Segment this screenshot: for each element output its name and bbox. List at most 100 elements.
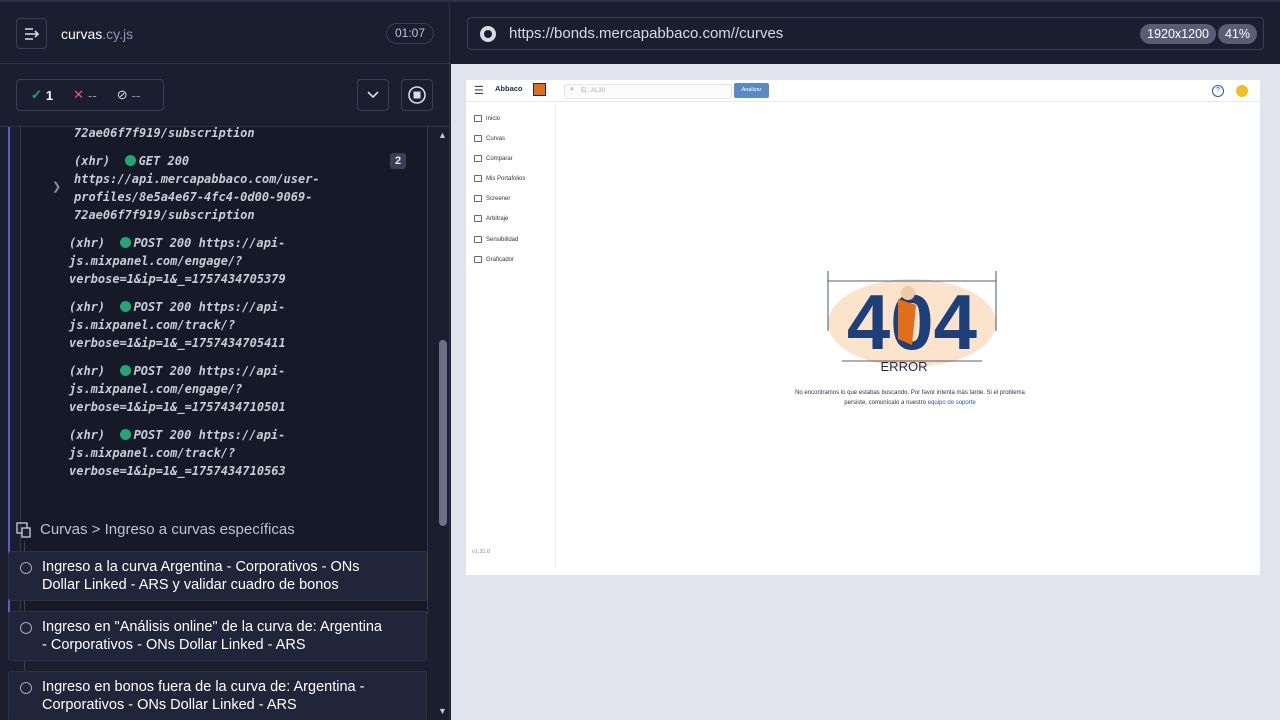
spec-name-text: curvas <box>61 26 103 42</box>
status-dot-icon <box>119 237 131 248</box>
status-dot-icon <box>124 155 136 166</box>
skip-icon: ⊘ <box>116 87 128 102</box>
test-title-line: Corporativos - ONs Dollar Linked - ARS <box>42 697 297 713</box>
log-line: js.mixpanel.com/engage/? <box>69 254 243 268</box>
test-stats: ✓ 1 ✕ -- ⊘ -- <box>16 79 164 111</box>
x-icon: ✕ <box>73 87 85 102</box>
suite-title-text: Curvas > Ingreso a curvas específicas <box>40 521 295 538</box>
log-line: https://api- <box>198 364 286 378</box>
nav-item-arbitraje[interactable]: Arbitraje <box>474 215 508 222</box>
pending-circle-icon <box>20 562 32 574</box>
expand-caret-icon[interactable]: ❯ <box>52 180 61 193</box>
nav-item-comparar[interactable]: Comparar <box>474 155 513 162</box>
passed-count: ✓ 1 <box>17 87 53 103</box>
avatar[interactable] <box>1236 85 1248 97</box>
nav-label: Arbitraje <box>486 215 509 222</box>
error-message-line-2: persiste, comunícalo a nuestro equipo de… <box>770 398 1050 408</box>
xhr-status: POST 200 <box>133 364 192 378</box>
chart-icon <box>474 256 482 263</box>
xhr-post-entry[interactable]: (xhr) POST 200 https://api- <box>69 234 285 252</box>
log-line: js.mixpanel.com/engage/? <box>69 382 243 396</box>
test-item[interactable]: Ingreso en "Análisis online" de la curva… <box>8 611 427 661</box>
log-line: https://api- <box>198 300 286 314</box>
test-item[interactable]: Ingreso en bonos fuera de la curva de: A… <box>8 671 427 720</box>
nav-label: Curvas <box>486 135 506 142</box>
log-line: 72ae06f7f919/subscription <box>74 208 255 222</box>
site-icon <box>480 26 496 42</box>
app-logo[interactable]: Abbaco <box>495 84 523 93</box>
test-title-line: Ingreso en "Análisis online" de la curva… <box>42 619 382 635</box>
log-line: profiles/8e5a4e67-4fc4-0d00-9069- <box>74 190 313 204</box>
chevron-down-icon <box>367 91 379 99</box>
collapse-button[interactable] <box>357 79 389 111</box>
compare-icon <box>474 155 482 162</box>
xhr-post-entry[interactable]: (xhr) POST 200 https://api- <box>69 362 285 380</box>
screener-icon <box>474 195 482 202</box>
xhr-status: POST 200 <box>133 428 192 442</box>
failed-count: ✕ -- <box>53 87 97 103</box>
log-line: verbose=1&ip=1&_=1757434710501 <box>69 400 286 414</box>
nav-item-portafolios[interactable]: Mis Portafolios <box>474 175 525 182</box>
xhr-prefix: (xhr) <box>74 154 111 168</box>
nav-label: Sensibilidad <box>486 236 519 243</box>
passed-number: 1 <box>45 87 54 103</box>
nav-label: Screener <box>486 195 511 202</box>
analyze-button[interactable]: Analizar <box>734 83 769 98</box>
status-dot-icon <box>119 365 131 376</box>
xhr-status: GET 200 <box>138 154 190 168</box>
specs-list-icon <box>24 27 39 40</box>
support-link[interactable]: equipo de soporte <box>928 400 976 406</box>
run-timer: 01:07 <box>385 23 434 44</box>
url-bar[interactable]: https://bonds.mercapabbaco.com//curves 1… <box>467 17 1264 50</box>
search-input[interactable]: ⌕ Ej.: AL30 <box>564 84 732 99</box>
scroll-down-icon[interactable]: ▼ <box>438 706 447 716</box>
help-icon[interactable]: ? <box>1212 85 1224 97</box>
xhr-status: POST 200 <box>133 236 192 250</box>
xhr-prefix: (xhr) <box>69 364 106 378</box>
toggle-specs-button[interactable] <box>16 18 47 49</box>
app-version: v1.31.0 <box>472 549 491 555</box>
nav-label: Inicio <box>486 115 501 122</box>
error-message: No encontramos lo que estabas buscando. … <box>770 388 1050 408</box>
nav-item-graficador[interactable]: Graficador <box>474 256 514 263</box>
spec-extension: .cy.js <box>102 26 134 42</box>
test-item[interactable]: Ingreso a la curva Argentina - Corporati… <box>8 551 427 601</box>
error-404-illustration: 404 ERROR <box>827 271 997 374</box>
nav-item-inicio[interactable]: Inicio <box>474 115 500 122</box>
test-title-line: - Corporativos - ONs Dollar Linked - ARS <box>42 637 306 653</box>
stop-button[interactable] <box>401 79 433 111</box>
xhr-prefix: (xhr) <box>69 236 106 250</box>
scroll-up-icon[interactable]: ▲ <box>438 130 447 140</box>
test-runner-panel: curvas.cy.js 01:07 ✓ 1 ✕ -- ⊘ -- 72ae06f7f9… <box>0 0 450 720</box>
url-bar-area: https://bonds.mercapabbaco.com//curves 1… <box>451 0 1280 64</box>
xhr-prefix: (xhr) <box>69 428 106 442</box>
scrollbar-thumb[interactable] <box>439 340 447 526</box>
xhr-post-entry[interactable]: (xhr) POST 200 https://api- <box>69 298 285 316</box>
suite-title[interactable]: Curvas > Ingreso a curvas específicas <box>16 521 295 538</box>
test-title-line: Ingreso en bonos fuera de la curva de: A… <box>42 679 365 695</box>
xhr-post-entry[interactable]: (xhr) POST 200 https://api- <box>69 426 285 444</box>
xhr-prefix: (xhr) <box>69 300 106 314</box>
nav-label: Graficador <box>486 256 515 263</box>
url-text: https://bonds.mercapabbaco.com//curves <box>509 25 784 42</box>
status-dot-icon <box>119 429 131 440</box>
nav-item-curvas[interactable]: Curvas <box>474 135 505 142</box>
reporter-panel: 72ae06f7f919/subscription (xhr) GET 200 … <box>0 127 436 720</box>
suite-folder-icon <box>16 521 31 538</box>
hamburger-icon[interactable]: ☰ <box>474 84 484 97</box>
pending-number: -- <box>131 87 141 103</box>
nav-item-sensibilidad[interactable]: Sensibilidad <box>474 236 518 243</box>
log-line: js.mixpanel.com/track/? <box>69 318 236 332</box>
app-viewport: ☰ Abbaco ⌕ Ej.: AL30 Analizar ? Inicio C… <box>466 80 1260 575</box>
search-placeholder: Ej.: AL30 <box>581 88 606 94</box>
nav-item-screener[interactable]: Screener <box>474 195 510 202</box>
pending-circle-icon <box>20 622 32 634</box>
stats-bar: ✓ 1 ✕ -- ⊘ -- <box>0 64 449 127</box>
search-icon: ⌕ <box>570 86 574 93</box>
zoom-pill: 41% <box>1217 24 1257 44</box>
xhr-get-entry[interactable]: (xhr) GET 200 <box>74 152 189 170</box>
error-word-text: ERROR <box>881 359 928 374</box>
logo-mark-icon <box>533 83 546 96</box>
nav-label: Mis Portafolios <box>486 175 526 182</box>
log-line: verbose=1&ip=1&_=1757434710563 <box>69 464 286 478</box>
